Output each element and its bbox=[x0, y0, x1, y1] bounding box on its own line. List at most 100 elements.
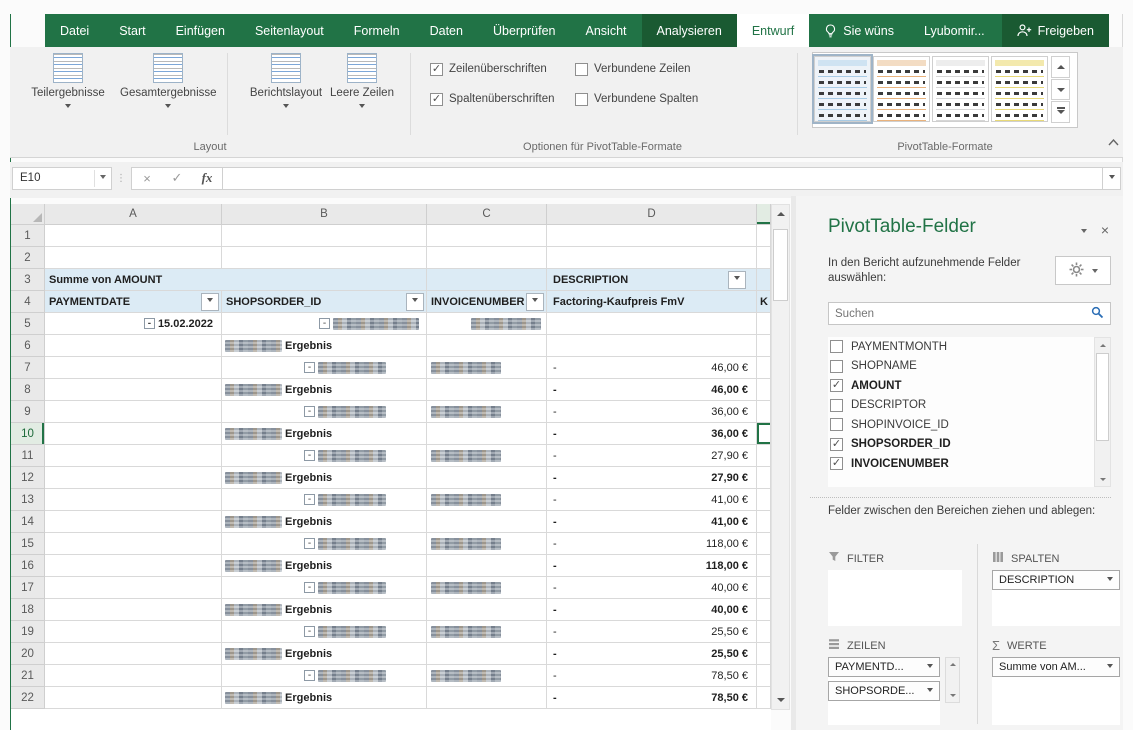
collapse-icon[interactable]: - bbox=[304, 670, 315, 681]
cell-b18[interactable]: Ergebnis bbox=[222, 599, 427, 621]
cell-c22[interactable] bbox=[427, 687, 547, 709]
cell-a7[interactable] bbox=[45, 357, 222, 379]
cell-d18[interactable]: -40,00 € bbox=[547, 599, 757, 621]
collapse-icon[interactable]: - bbox=[304, 406, 315, 417]
formula-bar-expand-icon[interactable] bbox=[1103, 167, 1121, 190]
cell-a16[interactable] bbox=[45, 555, 222, 577]
row-header-11[interactable]: 11 bbox=[11, 445, 45, 467]
checkbox-spalten-berschriften[interactable]: ✓Spaltenüberschriften bbox=[430, 91, 554, 107]
chevron-down-icon[interactable] bbox=[100, 175, 106, 182]
cell-b21[interactable]: - bbox=[222, 665, 427, 687]
cell-c10[interactable] bbox=[427, 423, 547, 445]
checkbox-verbundene-zeilen[interactable]: Verbundene Zeilen bbox=[575, 61, 691, 77]
collapse-icon[interactable]: - bbox=[144, 318, 155, 329]
cell-c13[interactable] bbox=[427, 489, 547, 511]
cell-d22[interactable]: -78,50 € bbox=[547, 687, 757, 709]
rows-pill-shopsorde[interactable]: SHOPSORDE... bbox=[828, 681, 940, 701]
unchecked-checkbox-icon[interactable] bbox=[830, 340, 843, 353]
cell-d12[interactable]: -27,90 € bbox=[547, 467, 757, 489]
tab-berpr-fen[interactable]: Überprüfen bbox=[478, 14, 571, 47]
filter-dropdown-icon[interactable] bbox=[728, 271, 746, 289]
row-header-12[interactable]: 12 bbox=[11, 467, 45, 489]
cell-d13[interactable]: -41,00 € bbox=[547, 489, 757, 511]
cell-d5[interactable] bbox=[547, 313, 757, 335]
column-header-d[interactable]: D bbox=[547, 204, 757, 225]
cell-c16[interactable] bbox=[427, 555, 547, 577]
scroll-down-icon[interactable] bbox=[946, 688, 959, 702]
row-header-18[interactable]: 18 bbox=[11, 599, 45, 621]
scroll-down-icon[interactable] bbox=[772, 691, 789, 709]
cell-b1[interactable] bbox=[222, 225, 427, 247]
unchecked-checkbox-icon[interactable] bbox=[830, 399, 843, 412]
cell-b2[interactable] bbox=[222, 247, 427, 269]
filter-dropdown-icon[interactable] bbox=[201, 293, 219, 311]
cancel-icon[interactable]: × bbox=[132, 171, 162, 186]
cell-b9[interactable]: - bbox=[222, 401, 427, 423]
cell-b10[interactable]: Ergebnis bbox=[222, 423, 427, 445]
formula-bar-handle[interactable]: ⋮ bbox=[116, 173, 127, 184]
cell-a5[interactable]: -15.02.2022 bbox=[45, 313, 222, 335]
cell-c19[interactable] bbox=[427, 621, 547, 643]
cell-c15[interactable] bbox=[427, 533, 547, 555]
cell-d1[interactable] bbox=[547, 225, 757, 247]
cell-b19[interactable]: - bbox=[222, 621, 427, 643]
close-icon[interactable]: × bbox=[1101, 222, 1109, 238]
cell-c14[interactable] bbox=[427, 511, 547, 533]
cell-a4[interactable]: PAYMENTDATE bbox=[45, 291, 222, 313]
button-leere-zeilen[interactable]: Leere Zeilen bbox=[322, 53, 402, 137]
tab-sie-w-ns[interactable]: Sie wüns bbox=[809, 14, 909, 47]
values-pill-summe-von-am[interactable]: Summe von AM... bbox=[992, 657, 1120, 677]
cell-b11[interactable]: - bbox=[222, 445, 427, 467]
search-box[interactable] bbox=[828, 302, 1111, 325]
cell-a18[interactable] bbox=[45, 599, 222, 621]
checkbox-zeilen-berschriften[interactable]: ✓Zeilenüberschriften bbox=[430, 61, 547, 77]
cell-e7[interactable] bbox=[757, 357, 771, 379]
tab-seitenlayout[interactable]: Seitenlayout bbox=[240, 14, 339, 47]
cell-c18[interactable] bbox=[427, 599, 547, 621]
tab-lyubomir[interactable]: Lyubomir... bbox=[909, 14, 1000, 47]
checked-checkbox-icon[interactable]: ✓ bbox=[830, 379, 843, 392]
scroll-up-icon[interactable] bbox=[1096, 339, 1109, 352]
button-berichtslayout[interactable]: Berichtslayout bbox=[236, 53, 336, 137]
collapse-icon[interactable]: - bbox=[304, 582, 315, 593]
cell-e9[interactable] bbox=[757, 401, 771, 423]
cell-e12[interactable] bbox=[757, 467, 771, 489]
gallery-more-icon[interactable] bbox=[1051, 101, 1070, 123]
cell-e13[interactable] bbox=[757, 489, 771, 511]
cell-d2[interactable] bbox=[547, 247, 757, 269]
cell-e16[interactable] bbox=[757, 555, 771, 577]
row-header-3[interactable]: 3 bbox=[11, 269, 45, 291]
cell-a14[interactable] bbox=[45, 511, 222, 533]
cell-e15[interactable] bbox=[757, 533, 771, 555]
cell-b5[interactable]: - bbox=[222, 313, 427, 335]
cell-e1[interactable] bbox=[757, 225, 771, 247]
cell-e22[interactable] bbox=[757, 687, 771, 709]
columns-pill-description[interactable]: DESCRIPTION bbox=[992, 570, 1120, 590]
cell-a13[interactable] bbox=[45, 489, 222, 511]
tab-freigeben[interactable]: Freigeben bbox=[1002, 14, 1109, 47]
cell-c17[interactable] bbox=[427, 577, 547, 599]
row-header-4[interactable]: 4 bbox=[11, 291, 45, 313]
cell-c4[interactable]: INVOICENUMBER bbox=[427, 291, 547, 313]
vertical-scrollbar[interactable] bbox=[771, 204, 790, 710]
cell-a17[interactable] bbox=[45, 577, 222, 599]
row-header-13[interactable]: 13 bbox=[11, 489, 45, 511]
tab-daten[interactable]: Daten bbox=[415, 14, 478, 47]
cell-e18[interactable] bbox=[757, 599, 771, 621]
row-header-16[interactable]: 16 bbox=[11, 555, 45, 577]
cell-c5[interactable] bbox=[427, 313, 547, 335]
unchecked-checkbox-icon[interactable] bbox=[830, 360, 843, 373]
cell-e8[interactable] bbox=[757, 379, 771, 401]
cell-e3[interactable] bbox=[757, 269, 771, 291]
field-item-shopname[interactable]: SHOPNAME bbox=[828, 357, 1111, 377]
field-item-paymentmonth[interactable]: PAYMENTMONTH bbox=[828, 337, 1111, 357]
gallery-down-icon[interactable] bbox=[1051, 79, 1070, 101]
button-teilergebnisse[interactable]: Teilergebnisse bbox=[18, 53, 118, 137]
cell-d19[interactable]: -25,50 € bbox=[547, 621, 757, 643]
cell-b12[interactable]: Ergebnis bbox=[222, 467, 427, 489]
cell-e19[interactable] bbox=[757, 621, 771, 643]
cell-b14[interactable]: Ergebnis bbox=[222, 511, 427, 533]
cell-d20[interactable]: -25,50 € bbox=[547, 643, 757, 665]
cell-d8[interactable]: -46,00 € bbox=[547, 379, 757, 401]
values-area-box[interactable]: Summe von AM... bbox=[992, 657, 1120, 725]
